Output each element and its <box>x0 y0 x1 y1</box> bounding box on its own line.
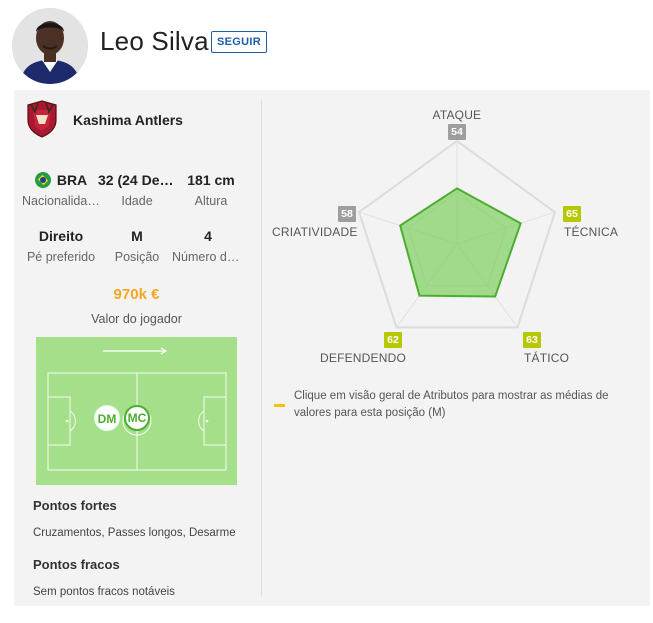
strengths-weaknesses: Pontos fortes Cruzamentos, Passes longos… <box>33 498 258 598</box>
position-pitch: DM MC <box>36 337 237 485</box>
legend-mark <box>274 404 285 407</box>
radar-value-defendendo: 62 <box>384 332 402 348</box>
radar-value-polygon <box>399 187 522 298</box>
player-photo <box>12 8 88 84</box>
stat-shirt-number-label: Número da camisa <box>172 250 244 264</box>
market-value-block: 970k € Valor do jogador <box>54 286 219 326</box>
radar-label-técnica: TÉCNICA <box>564 225 619 239</box>
column-divider <box>261 100 262 596</box>
follow-button[interactable]: SEGUIR <box>211 31 267 53</box>
attribute-radar[interactable]: ATAQUE 54 TÉCNICA 65 TÁTICO 63 DEFENDENDO 62 CRI… <box>272 100 644 372</box>
market-value-label: Valor do jogador <box>91 312 182 326</box>
position-badge-mc: MC <box>124 405 150 431</box>
radar-value-técnica: 65 <box>563 206 581 222</box>
stat-age-value: 32 (24 Dez 1985) <box>98 172 176 188</box>
club-logo-icon <box>25 100 59 138</box>
stat-nationality-label: Nacionalidade <box>22 194 100 208</box>
legend-text: Clique em visão geral de Atributos para … <box>294 390 609 419</box>
strengths-title: Pontos fortes <box>33 498 117 513</box>
stat-nationality-value: BRA <box>56 172 88 188</box>
stat-height-value: 181 cm <box>187 172 235 188</box>
club-link[interactable]: Kashima Antlers <box>25 100 255 138</box>
club-name: Kashima Antlers <box>73 112 183 128</box>
radar-label-criatividade: CRIATIVIDADE <box>272 225 358 239</box>
stat-preferred-foot-label: Pé preferido <box>26 250 96 264</box>
stat-position-value: M <box>131 228 143 244</box>
stat-shirt-number-value: 4 <box>204 228 212 244</box>
radar-label-defendendo: DEFENDENDO <box>320 351 407 365</box>
radar-label-ataque: ATAQUE <box>432 108 482 122</box>
stat-preferred-foot-value: Direito <box>38 228 84 244</box>
strengths-text: Cruzamentos, Passes longos, Desarme <box>33 527 236 539</box>
radar-value-ataque: 54 <box>448 124 466 140</box>
player-name: Leo Silva <box>100 26 209 56</box>
player-avatar <box>12 8 88 84</box>
radar-value-criatividade: 58 <box>338 206 356 222</box>
stat-height: 181 cm Altura <box>176 172 246 208</box>
player-overview-card: Kashima Antlers BRA Nacionalidade 32 (24… <box>14 90 650 606</box>
stat-height-label: Altura <box>194 194 228 208</box>
stat-position: M Posição <box>102 228 172 264</box>
stat-shirt-number: 4 Número da camisa <box>172 228 244 264</box>
brazil-flag-icon <box>34 172 51 188</box>
market-value: 970k € <box>113 286 160 303</box>
weaknesses-title: Pontos fracos <box>33 557 120 572</box>
stat-preferred-foot: Direito Pé preferido <box>20 228 102 264</box>
radar-label-tático: TÁTICO <box>524 351 570 365</box>
stat-age-label: Idade <box>121 194 153 208</box>
stat-age: 32 (24 Dez 1985) Idade <box>98 172 176 208</box>
radar-value-tático: 63 <box>523 332 541 348</box>
stat-position-label: Posição <box>114 250 160 264</box>
stat-nationality: BRA Nacionalidade <box>22 172 100 208</box>
weaknesses-text: Sem pontos fracos notáveis <box>33 586 175 598</box>
player-header: Leo Silva SEGUIR <box>0 0 653 88</box>
position-badge-dm: DM <box>94 405 120 431</box>
